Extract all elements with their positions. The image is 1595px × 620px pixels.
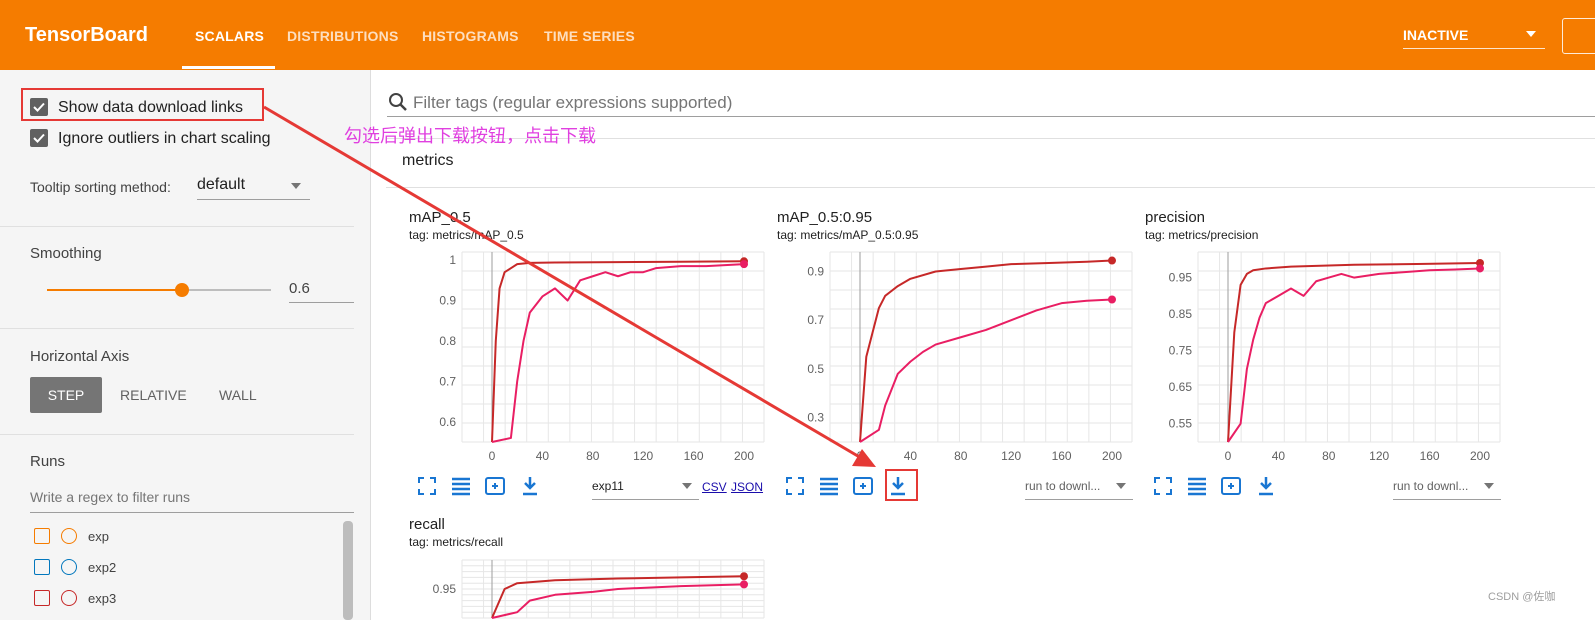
download-icon[interactable]	[887, 475, 909, 497]
data-table-icon[interactable]	[450, 475, 472, 497]
fullscreen-icon[interactable]	[416, 475, 438, 497]
data-table-icon[interactable]	[1186, 475, 1208, 497]
fullscreen-icon[interactable]	[784, 475, 806, 497]
fit-domain-icon[interactable]	[484, 475, 506, 497]
fit-domain-icon[interactable]	[1220, 475, 1242, 497]
download-icon[interactable]	[519, 475, 541, 497]
fit-domain-icon[interactable]	[852, 475, 874, 497]
download-icon[interactable]	[1255, 475, 1277, 497]
watermark: CSDN @佐咖	[1488, 591, 1556, 603]
data-table-icon[interactable]	[818, 475, 840, 497]
annotation-arrow	[263, 105, 876, 467]
fullscreen-icon[interactable]	[1152, 475, 1174, 497]
